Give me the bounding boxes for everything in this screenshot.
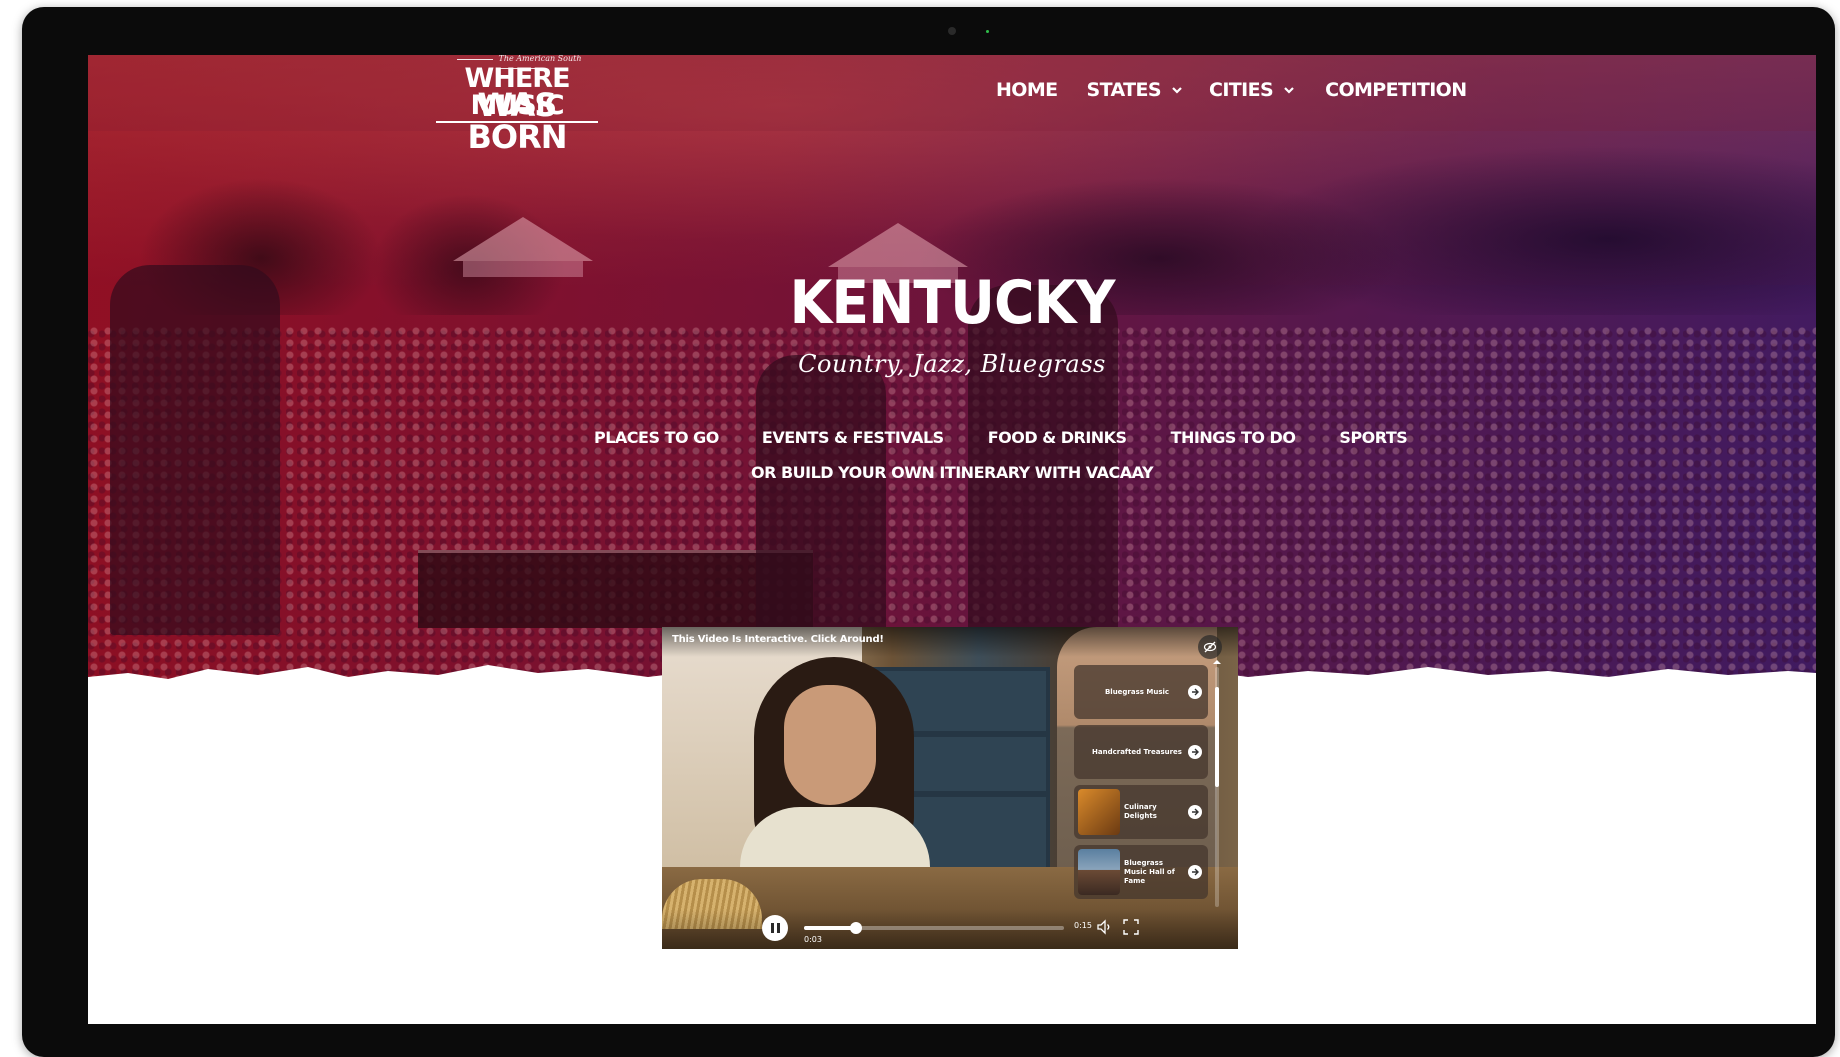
arrow-right-icon xyxy=(1188,865,1202,879)
page-subtitle: Country, Jazz, Bluegrass xyxy=(798,350,1106,378)
nav-home-link[interactable]: HOME xyxy=(996,79,1058,101)
pause-icon xyxy=(770,923,774,933)
nav-cities-dropdown[interactable]: CITIES xyxy=(1209,79,1295,101)
hotspot-label: Handcrafted Treasures xyxy=(1092,747,1182,756)
volume-icon[interactable] xyxy=(1096,918,1114,936)
hotspot-card[interactable]: Bluegrass Music Hall of Fame xyxy=(1074,845,1208,899)
scrollbar-thumb[interactable] xyxy=(1215,687,1219,787)
nav-competition-link[interactable]: COMPETITION xyxy=(1325,79,1467,101)
hotspot-label: Bluegrass Music Hall of Fame xyxy=(1124,858,1175,885)
nav-states-dropdown[interactable]: STATES xyxy=(1087,79,1183,101)
main-nav: HOME STATES CITIES COMPETITION xyxy=(996,77,1467,103)
category-food-drinks[interactable]: FOOD & DRINKS xyxy=(988,428,1127,447)
page-title: KENTUCKY xyxy=(789,268,1115,338)
hotspot-label: Bluegrass Music xyxy=(1104,687,1170,696)
hotspot-label: Culinary Delights xyxy=(1124,803,1157,820)
duration: 0:15 xyxy=(1074,921,1092,930)
category-sports[interactable]: SPORTS xyxy=(1339,428,1407,447)
category-places-to-go[interactable]: PLACES TO GO xyxy=(594,428,719,447)
video-progress-fill xyxy=(804,926,856,930)
itinerary-cta-link[interactable]: OR BUILD YOUR OWN ITINERARY WITH VACAAY xyxy=(751,463,1154,482)
video-progress-bar[interactable] xyxy=(804,922,1064,934)
chevron-down-icon xyxy=(1172,87,1182,94)
festival-tent xyxy=(828,223,968,283)
hotspot-card[interactable]: Culinary Delights xyxy=(1074,785,1208,839)
nav-competition-label: COMPETITION xyxy=(1325,79,1467,101)
hotspot-card[interactable]: Handcrafted Treasures xyxy=(1074,725,1208,779)
hotspot-card[interactable]: Bluegrass Music xyxy=(1074,665,1208,719)
webcam-led xyxy=(986,30,989,33)
arrow-right-icon xyxy=(1188,745,1202,759)
performer-silhouette xyxy=(756,355,886,645)
chevron-up-icon xyxy=(1213,660,1221,664)
arrow-right-icon xyxy=(1188,685,1202,699)
stage-amplifier xyxy=(418,550,813,628)
current-time: 0:03 xyxy=(804,935,822,944)
itinerary-cta: OR BUILD YOUR OWN ITINERARY WITH VACAAY xyxy=(88,463,1816,482)
monitor-frame: The American South WHERE MUSIC WAS BORN … xyxy=(22,7,1835,1057)
panel-scrollbar[interactable] xyxy=(1212,660,1222,907)
video-banner-text: This Video Is Interactive. Click Around! xyxy=(672,634,884,645)
webcam xyxy=(948,27,956,35)
nav-cities-label: CITIES xyxy=(1208,79,1274,101)
arrow-right-icon xyxy=(1188,805,1202,819)
nav-home-label: HOME xyxy=(996,79,1058,101)
category-things-to-do[interactable]: THINGS TO DO xyxy=(1171,428,1296,447)
video-progress-handle[interactable] xyxy=(850,922,862,934)
interactive-video-player[interactable]: This Video Is Interactive. Click Around!… xyxy=(662,627,1238,949)
logo-underline xyxy=(436,121,598,123)
category-links: PLACES TO GO EVENTS & FESTIVALS FOOD & D… xyxy=(594,428,1408,447)
hero-section: The American South WHERE MUSIC WAS BORN … xyxy=(88,55,1816,695)
hide-overlay-button[interactable] xyxy=(1198,635,1222,659)
browser-viewport: The American South WHERE MUSIC WAS BORN … xyxy=(88,55,1816,1024)
nav-states-label: STATES xyxy=(1086,79,1162,101)
category-events-festivals[interactable]: EVENTS & FESTIVALS xyxy=(762,428,944,447)
video-controls: 0:03 0:15 xyxy=(662,909,1238,949)
pause-button[interactable] xyxy=(762,915,788,941)
chevron-down-icon xyxy=(1284,87,1294,94)
video-scene-woman-face xyxy=(784,685,876,805)
hotspot-thumbnail xyxy=(1078,849,1120,895)
hotspot-thumbnail xyxy=(1078,789,1120,835)
hotspot-panel: Bluegrass Music Handcrafted Treasures Cu… xyxy=(1074,665,1208,911)
top-navbar: The American South WHERE MUSIC WAS BORN … xyxy=(88,55,1816,153)
site-logo[interactable]: The American South WHERE MUSIC WAS BORN xyxy=(436,55,598,153)
video-banner: This Video Is Interactive. Click Around! xyxy=(662,627,1238,657)
eye-slash-icon xyxy=(1203,641,1217,653)
pause-icon-bar xyxy=(776,923,780,933)
festival-tent xyxy=(453,217,593,277)
fullscreen-icon[interactable] xyxy=(1122,918,1140,936)
